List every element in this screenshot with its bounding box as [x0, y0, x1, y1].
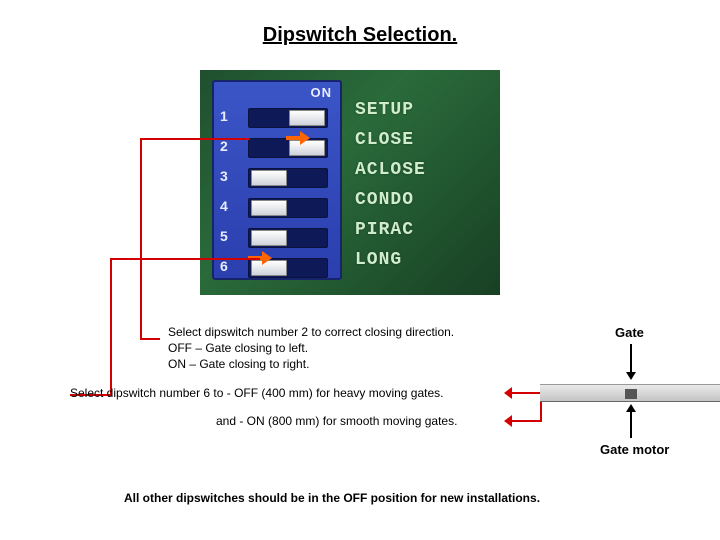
pcb-image: ON 1 2 3 4 5 6 SETUP CLOSE ACLOSE CONDO …	[200, 70, 500, 295]
desc-switch2-line1: Select dipswitch number 2 to correct clo…	[168, 324, 548, 340]
dip-slider-4	[251, 200, 287, 216]
dip-number-6: 6	[220, 258, 228, 274]
pcb-label-condo: CONDO	[355, 190, 414, 210]
dip-slot-3	[248, 168, 328, 188]
dip-number-1: 1	[220, 108, 228, 124]
dip-slot-1	[248, 108, 328, 128]
pcb-label-pirac: PIRAC	[355, 220, 414, 240]
desc-switch6-line1: Select dipswitch number 6 to - OFF (400 …	[70, 385, 500, 401]
page-title: Dipswitch Selection.	[0, 24, 720, 47]
pcb-label-long: LONG	[355, 250, 402, 270]
arrowhead-icon	[504, 387, 512, 399]
dip-on-label: ON	[311, 85, 333, 100]
footer-note: All other dipswitches should be in the O…	[124, 490, 644, 506]
gate-label: Gate	[615, 325, 644, 340]
dip-number-3: 3	[220, 168, 228, 184]
arrowhead-icon	[504, 415, 512, 427]
desc-switch2-line2: OFF – Gate closing to left.	[168, 340, 548, 356]
callout-line	[510, 420, 542, 422]
callout-line	[140, 338, 160, 340]
dip-number-5: 5	[220, 228, 228, 244]
pcb-label-aclose: ACLOSE	[355, 160, 426, 180]
dipswitch-block: ON 1 2 3 4 5 6	[212, 80, 342, 280]
desc-switch2-line3: ON – Gate closing to right.	[168, 356, 548, 372]
callout-line	[110, 258, 260, 260]
callout-line	[140, 138, 250, 140]
arrowhead-down-icon	[626, 372, 636, 380]
dip-number-4: 4	[220, 198, 228, 214]
callout-line	[140, 138, 142, 338]
dip-slider-5	[251, 230, 287, 246]
gate-motor-block	[625, 389, 637, 399]
pcb-label-close: CLOSE	[355, 130, 414, 150]
gate-motor-arrow-line	[630, 410, 632, 438]
arrowhead-up-icon	[626, 404, 636, 412]
gate-arrow-line	[630, 344, 632, 372]
dip-number-2: 2	[220, 138, 228, 154]
desc-switch6-line2: and - ON (800 mm) for smooth moving gate…	[216, 413, 536, 429]
desc-switch2: Select dipswitch number 2 to correct clo…	[168, 324, 548, 373]
dip-slider-3	[251, 170, 287, 186]
pcb-label-setup: SETUP	[355, 100, 414, 120]
dip-slot-4	[248, 198, 328, 218]
gate-motor-label: Gate motor	[600, 442, 669, 457]
arrow-icon	[286, 131, 310, 145]
dip-slot-5	[248, 228, 328, 248]
callout-line	[110, 258, 112, 394]
dip-slider-1	[289, 110, 325, 126]
callout-line	[510, 392, 542, 394]
